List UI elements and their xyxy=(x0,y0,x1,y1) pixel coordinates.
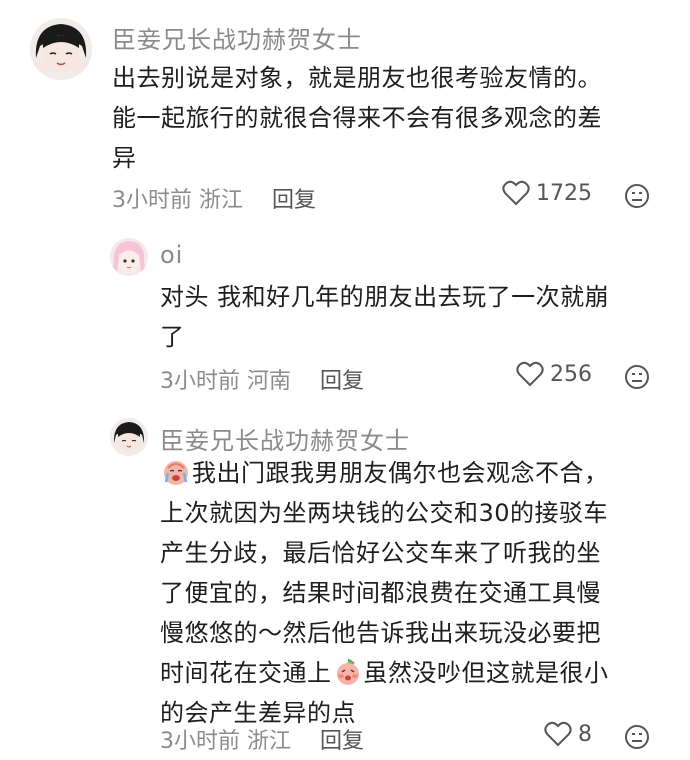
frown-face-icon[interactable] xyxy=(624,724,650,750)
comment-3: 臣妾兄长战功赫贺女士 我出门跟我男朋友偶尔也会观念不合， 上次就因为坐两块钱的公… xyxy=(0,405,690,760)
comment-line: 我出门跟我男朋友偶尔也会观念不合， xyxy=(160,453,670,493)
like-button[interactable]: 1725 xyxy=(502,180,592,206)
like-count: 1725 xyxy=(536,180,592,206)
comment-line-text: 时间花在交通上 xyxy=(160,659,332,687)
time-location: 3小时前 浙江 xyxy=(112,188,243,213)
reply-button[interactable]: 回复 xyxy=(320,363,364,395)
comment-line: 了便宜的，结果时间都浪费在交通工具慢 xyxy=(160,579,601,607)
avatar[interactable] xyxy=(110,238,148,276)
heart-outline-icon xyxy=(502,180,530,206)
frown-face-icon[interactable] xyxy=(624,364,650,390)
comment-text: 对头 我和好几年的朋友出去玩了一次就崩 了 xyxy=(160,277,670,357)
username[interactable]: 臣妾兄长战功赫贺女士 xyxy=(160,421,410,456)
comment-1: 臣妾兄长战功赫贺女士 出去别说是对象，就是朋友也很考验友情的。 能一起旅行的就很… xyxy=(0,0,690,225)
crying-face-emoji xyxy=(164,461,188,485)
comment-text: 出去别说是对象，就是朋友也很考验友情的。 能一起旅行的就很合得来不会有很多观念的… xyxy=(112,58,672,178)
username[interactable]: 臣妾兄长战功赫贺女士 xyxy=(112,20,362,55)
frown-face-icon[interactable] xyxy=(624,183,650,209)
heart-outline-icon xyxy=(516,361,544,387)
comment-line: 了 xyxy=(160,323,185,351)
reply-button[interactable]: 回复 xyxy=(272,182,316,214)
like-button[interactable]: 256 xyxy=(516,361,592,387)
comment-text: 我出门跟我男朋友偶尔也会观念不合， 上次就因为坐两块钱的公交和30的接驳车 产生… xyxy=(160,453,670,733)
comment-line: 能一起旅行的就很合得来不会有很多观念的差 xyxy=(112,104,602,132)
reply-button[interactable]: 回复 xyxy=(320,723,364,755)
comment-2: oi 对头 我和好几年的朋友出去玩了一次就崩 了 3小时前 河南 回复 256 xyxy=(0,225,690,405)
peach-face-emoji xyxy=(336,659,359,685)
avatar[interactable] xyxy=(110,418,148,456)
comment-line: 上次就因为坐两块钱的公交和30的接驳车 xyxy=(160,499,609,527)
time-location: 3小时前 浙江 xyxy=(160,729,291,754)
comment-line: 产生分歧，最后恰好公交车来了听我的坐 xyxy=(160,539,601,567)
comment-line: 时间花在交通上 虽然没吵但这就是很小 xyxy=(160,653,670,693)
username[interactable]: oi xyxy=(160,241,183,269)
comment-line-text: 虽然没吵但这就是很小 xyxy=(363,659,609,687)
time-location: 3小时前 河南 xyxy=(160,369,291,394)
like-button[interactable]: 8 xyxy=(544,721,592,747)
avatar[interactable] xyxy=(30,18,92,80)
comment-line: 对头 我和好几年的朋友出去玩了一次就崩 xyxy=(160,283,610,311)
comment-line: 出去别说是对象，就是朋友也很考验友情的。 xyxy=(112,64,602,92)
like-count: 256 xyxy=(550,361,592,387)
comment-line: 慢悠悠的～然后他告诉我出来玩没必要把 xyxy=(160,619,601,647)
heart-outline-icon xyxy=(544,721,572,747)
like-count: 8 xyxy=(578,721,592,747)
comment-line-text: 我出门跟我男朋友偶尔也会观念不合， xyxy=(192,459,609,487)
comment-line: 异 xyxy=(112,144,137,172)
